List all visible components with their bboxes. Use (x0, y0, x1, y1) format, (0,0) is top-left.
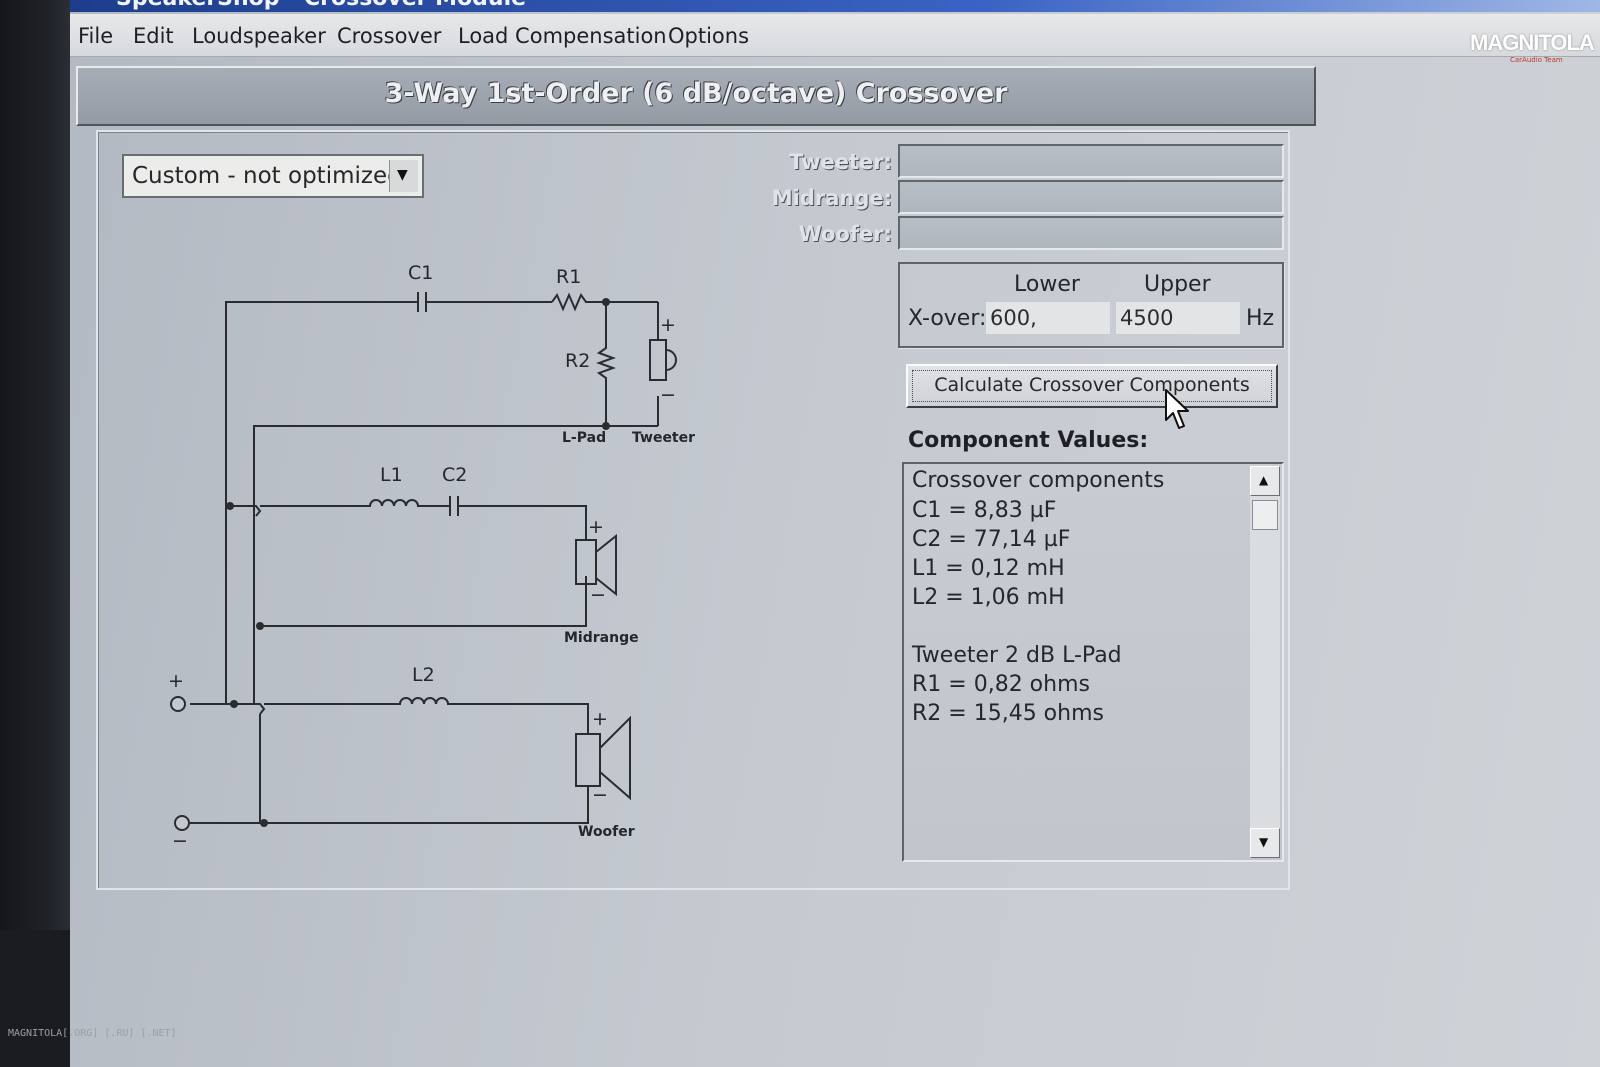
mouse-cursor-icon (1165, 389, 1189, 429)
cv-line: C2 = 77,14 µF (912, 527, 1071, 552)
xover-unit: Hz (1246, 306, 1275, 331)
cv-line: R2 = 15,45 ohms (912, 701, 1104, 726)
tweeter-plus: + (660, 314, 676, 336)
calculate-button-label: Calculate Crossover Components (934, 374, 1250, 396)
xover-lower-input[interactable] (986, 302, 1110, 334)
dropdown-arrow-button[interactable]: ▼ (389, 160, 418, 192)
menu-edit[interactable]: Edit (133, 24, 174, 48)
scroll-up-button[interactable]: ▲ (1250, 466, 1280, 496)
watermark-text: MAGNITOLA[.ORG] [.RU] [.NET] (8, 1028, 177, 1039)
title-bar: SpeakerShop - Crossover Module (70, 0, 1600, 12)
scroll-thumb[interactable] (1252, 500, 1278, 530)
window-title: SpeakerShop - Crossover Module (116, 0, 526, 11)
menu-options[interactable]: Options (668, 24, 749, 48)
cv-line: Crossover components (912, 468, 1165, 493)
menu-loudspeaker[interactable]: Loudspeaker (192, 24, 326, 48)
magnitola-logo: MAGNITOLA (1470, 30, 1595, 55)
scroll-down-button[interactable]: ▼ (1250, 828, 1280, 858)
arrow-down-icon: ▼ (1259, 835, 1269, 849)
label-lpad: L-Pad (562, 430, 607, 446)
label-tweeter: Tweeter (632, 430, 696, 446)
chevron-down-icon: ▼ (397, 167, 408, 183)
schematic-wires (170, 292, 677, 831)
cv-line: Tweeter 2 dB L-Pad (912, 643, 1122, 668)
tweeter-field[interactable] (898, 144, 1284, 178)
component-values-scrollbar[interactable]: ▲ ▼ (1250, 466, 1280, 858)
menu-crossover[interactable]: Crossover (337, 24, 441, 48)
cv-line: L1 = 0,12 mH (912, 556, 1065, 581)
woofer-field[interactable] (898, 216, 1284, 250)
page-title: 3-Way 1st-Order (6 dB/octave) Crossover (384, 78, 1008, 109)
xover-upper-input[interactable] (1116, 302, 1240, 334)
crossover-header: 3-Way 1st-Order (6 dB/octave) Crossover (76, 66, 1316, 126)
component-values-title: Component Values: (908, 428, 1149, 453)
label-woofer: Woofer (578, 824, 635, 840)
label-l1: L1 (380, 464, 403, 486)
preset-selected-value: Custom - not optimized (132, 163, 402, 189)
woofer-minus: − (592, 784, 608, 806)
woofer-plus: + (592, 708, 608, 730)
xover-upper-label: Upper (1144, 272, 1211, 297)
xover-row-label: X-over: (908, 306, 987, 331)
label-c1: C1 (408, 262, 434, 284)
midrange-label: Midrange: (771, 186, 892, 210)
crossover-schematic: C1 R1 R2 L1 C2 L2 L-Pad Tweeter Midrange… (160, 258, 800, 858)
label-r1: R1 (556, 266, 582, 288)
component-values-list[interactable]: Crossover components C1 = 8,83 µF C2 = 7… (902, 462, 1284, 862)
arrow-up-icon: ▲ (1259, 473, 1269, 487)
input-minus: − (172, 830, 188, 852)
cv-line: R1 = 0,82 ohms (912, 672, 1090, 697)
midrange-plus: + (588, 516, 604, 538)
tweeter-minus: − (660, 384, 676, 406)
monitor-bezel (0, 0, 70, 1067)
calculate-crossover-button[interactable]: Calculate Crossover Components (906, 364, 1278, 408)
menu-bar: File Edit Loudspeaker Crossover Load Com… (70, 14, 1600, 64)
app-window: SpeakerShop - Crossover Module File Edit… (70, 0, 1600, 1067)
preset-dropdown[interactable]: Custom - not optimized ▼ (122, 154, 424, 198)
tweeter-label: Tweeter: (789, 150, 892, 174)
magnitola-logo-sub: CarAudio Team (1510, 56, 1563, 64)
label-c2: C2 (442, 464, 468, 486)
cv-line: L2 = 1,06 mH (912, 585, 1065, 610)
xover-lower-label: Lower (1014, 272, 1080, 297)
label-r2: R2 (565, 350, 591, 372)
midrange-field[interactable] (898, 180, 1284, 214)
midrange-minus: − (590, 584, 606, 606)
label-midrange: Midrange (564, 630, 639, 646)
menu-file[interactable]: File (78, 24, 113, 48)
label-l2: L2 (412, 664, 435, 686)
input-plus: + (168, 670, 184, 692)
menu-load-compensation[interactable]: Load Compensation (458, 24, 667, 48)
cv-line: C1 = 8,83 µF (912, 498, 1057, 523)
xover-frequency-group: Lower Upper X-over: Hz (898, 262, 1284, 348)
woofer-label: Woofer: (798, 222, 892, 246)
